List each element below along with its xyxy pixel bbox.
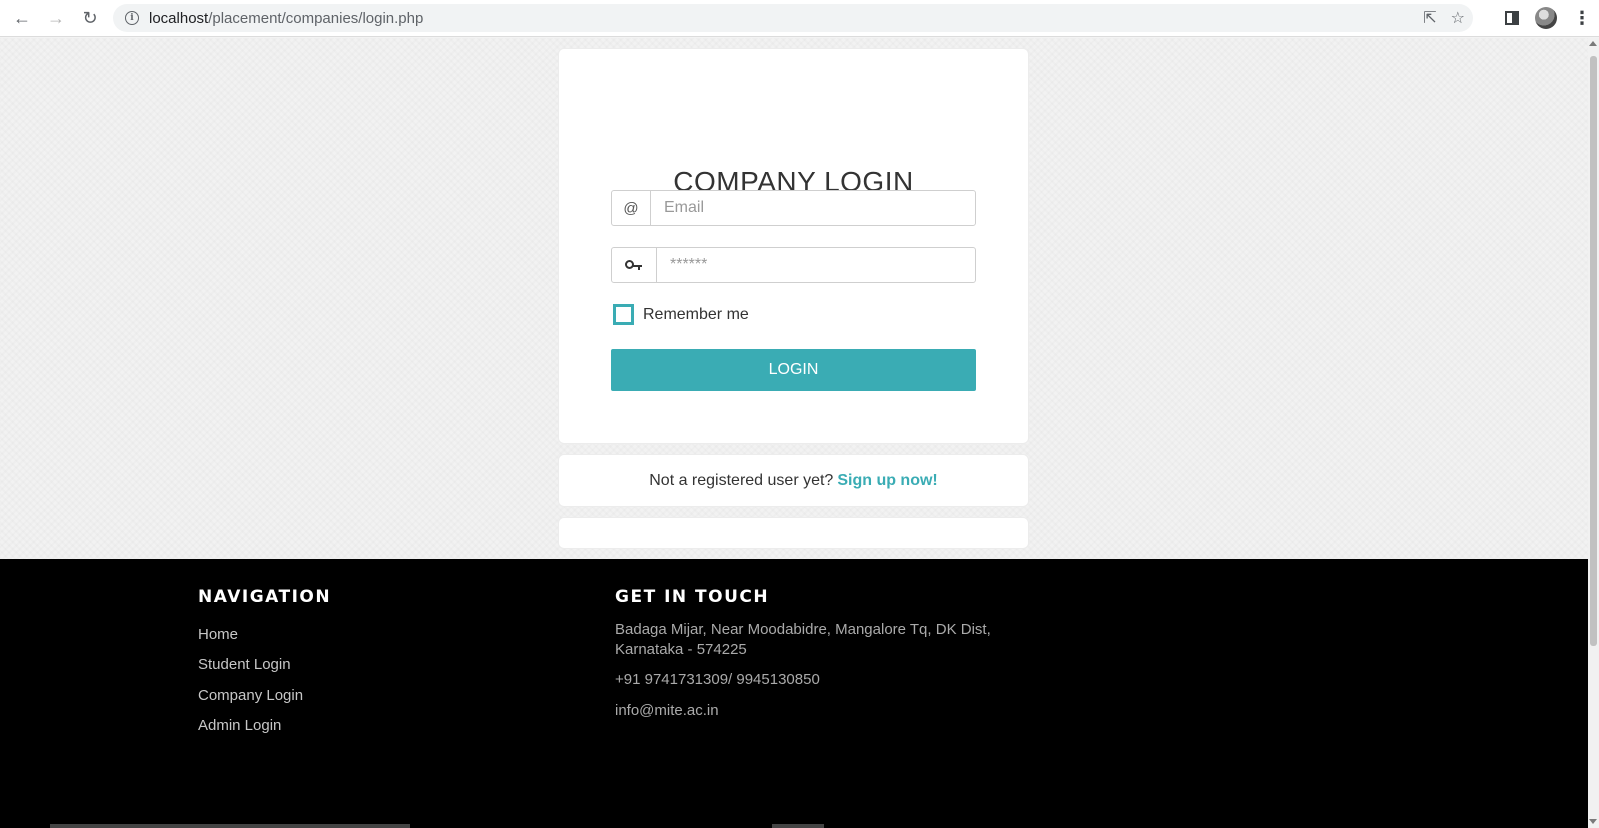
kebab-menu-icon[interactable]: ⋮ — [1573, 9, 1591, 27]
footer-link-admin-login[interactable]: Admin Login — [198, 717, 281, 734]
remember-me-label[interactable]: Remember me — [643, 306, 749, 324]
info-icon[interactable]: i — [125, 11, 139, 25]
empty-card — [558, 517, 1029, 549]
taskbar-strip-left — [50, 824, 410, 828]
sidebar-icon[interactable] — [1505, 11, 1519, 25]
signup-link[interactable]: Sign up now! — [837, 472, 937, 490]
key-icon — [612, 248, 657, 282]
contact-address-line1: Badaga Mijar, Near Moodabidre, Mangalore… — [615, 621, 991, 638]
reload-icon[interactable]: ↻ — [78, 6, 102, 30]
signup-prompt: Not a registered user yet? — [649, 471, 834, 489]
url-text[interactable]: localhost/placement/companies/login.php — [149, 10, 423, 27]
remember-me[interactable]: Remember me — [613, 304, 749, 325]
footer: NAVIGATION Home Student Login Company Lo… — [0, 559, 1588, 828]
share-icon[interactable]: ⇱ — [1423, 8, 1436, 28]
footer-navigation-heading: NAVIGATION — [198, 587, 332, 607]
taskbar-strip-right — [772, 824, 824, 828]
contact-phone: +91 9741731309/ 9945130850 — [615, 671, 820, 688]
at-sign-icon: @ — [612, 191, 651, 225]
vertical-scrollbar[interactable] — [1588, 38, 1599, 828]
contact-email: info@mite.ac.in — [615, 702, 719, 719]
password-input-group — [611, 247, 976, 283]
remember-me-checkbox[interactable] — [613, 304, 634, 325]
footer-link-home[interactable]: Home — [198, 626, 238, 643]
scroll-up-arrow-icon[interactable] — [1589, 41, 1597, 46]
profile-avatar[interactable] — [1535, 7, 1557, 29]
scroll-down-arrow-icon[interactable] — [1589, 819, 1597, 824]
signup-card: Not a registered user yet? Sign up now! — [558, 454, 1029, 507]
email-field[interactable] — [651, 191, 975, 225]
address-bar[interactable]: i localhost/placement/companies/login.ph… — [113, 4, 1473, 32]
password-field[interactable] — [657, 248, 975, 282]
back-arrow-icon[interactable]: ← — [10, 6, 34, 30]
url-host: localhost — [149, 9, 209, 27]
forward-arrow-icon[interactable]: → — [44, 6, 68, 30]
footer-contact-heading: GET IN TOUCH — [615, 587, 770, 607]
scrollbar-thumb[interactable] — [1590, 56, 1597, 646]
footer-link-company-login[interactable]: Company Login — [198, 687, 303, 704]
star-icon[interactable]: ☆ — [1451, 8, 1465, 28]
footer-link-student-login[interactable]: Student Login — [198, 656, 291, 673]
email-input-group: @ — [611, 190, 976, 226]
login-button[interactable]: LOGIN — [611, 349, 976, 391]
browser-toolbar: ← → ↻ i localhost/placement/companies/lo… — [0, 0, 1599, 37]
contact-address-line2: Karnataka - 574225 — [615, 641, 747, 658]
url-path: /placement/companies/login.php — [208, 9, 424, 27]
